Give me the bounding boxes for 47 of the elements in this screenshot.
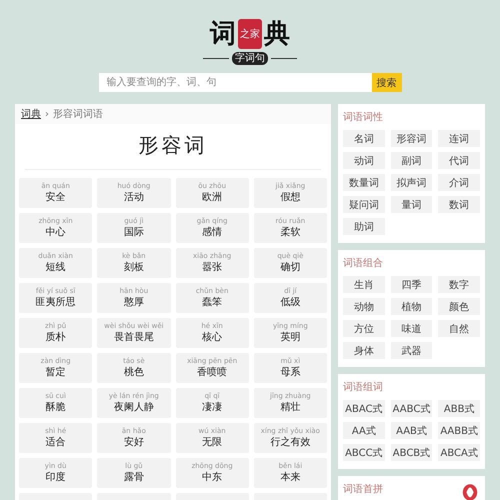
category-link[interactable]: 四季 [390,276,432,293]
category-link[interactable]: 自然 [438,320,480,337]
category-link[interactable]: ABB式 [438,400,480,417]
category-link[interactable]: 代词 [438,152,480,169]
logo-text: 词 [210,18,236,51]
category-link[interactable]: AABB式 [438,422,480,439]
category-link[interactable]: 数词 [438,196,480,213]
category-link[interactable]: 颜色 [438,298,480,315]
search-button[interactable]: 搜索 [372,73,402,92]
category-link[interactable]: 连词 [438,130,480,147]
category-link[interactable]: ABCB式 [390,444,432,461]
breadcrumb-link[interactable]: 词典 [21,107,41,121]
category-link[interactable]: AA式 [343,422,385,439]
search-field[interactable]: 输入要查询的字、词、句 [98,73,372,92]
breadcrumb-separator: › [45,108,49,120]
logo-subtitle: 字词句 [232,52,268,65]
category-link[interactable]: 拟声词 [390,174,432,191]
category-link[interactable]: 生肖 [343,276,385,293]
category-link[interactable]: 形容词 [390,130,432,147]
category-link[interactable]: AABC式 [390,400,432,417]
category-link[interactable]: 疑问词 [343,196,385,213]
category-link[interactable]: 数量词 [343,174,385,191]
category-link[interactable]: 数字 [438,276,480,293]
category-link[interactable]: 方位 [343,320,385,337]
category-link[interactable]: AAB式 [390,422,432,439]
category-link[interactable]: 助词 [343,218,385,235]
category-link[interactable]: 名词 [343,130,385,147]
category-link[interactable]: 动物 [343,298,385,315]
sidebar-title: 词语组词 [343,381,383,394]
logo-text: 典 [264,18,290,51]
category-link[interactable]: 动词 [343,152,385,169]
category-link[interactable]: 介词 [438,174,480,191]
category-link[interactable]: 味道 [390,320,432,337]
sidebar-title: 词语首拼 [343,483,383,496]
sidebar-title: 词语组合 [343,257,383,270]
category-link[interactable]: ABAC式 [343,400,385,417]
category-link[interactable]: ABCC式 [343,444,385,461]
page-heading: 形容词 [25,132,321,170]
category-link[interactable]: 植物 [390,298,432,315]
category-link[interactable]: 量词 [390,196,432,213]
category-link[interactable]: ABCA式 [438,444,480,461]
category-link[interactable]: 身体 [343,342,385,359]
category-link[interactable]: 副词 [390,152,432,169]
category-link[interactable]: 武器 [390,342,432,359]
sidebar-title: 词语词性 [343,110,383,124]
breadcrumb-current: 形容词词语 [53,108,103,121]
logo-seal: 之家 [238,18,262,48]
